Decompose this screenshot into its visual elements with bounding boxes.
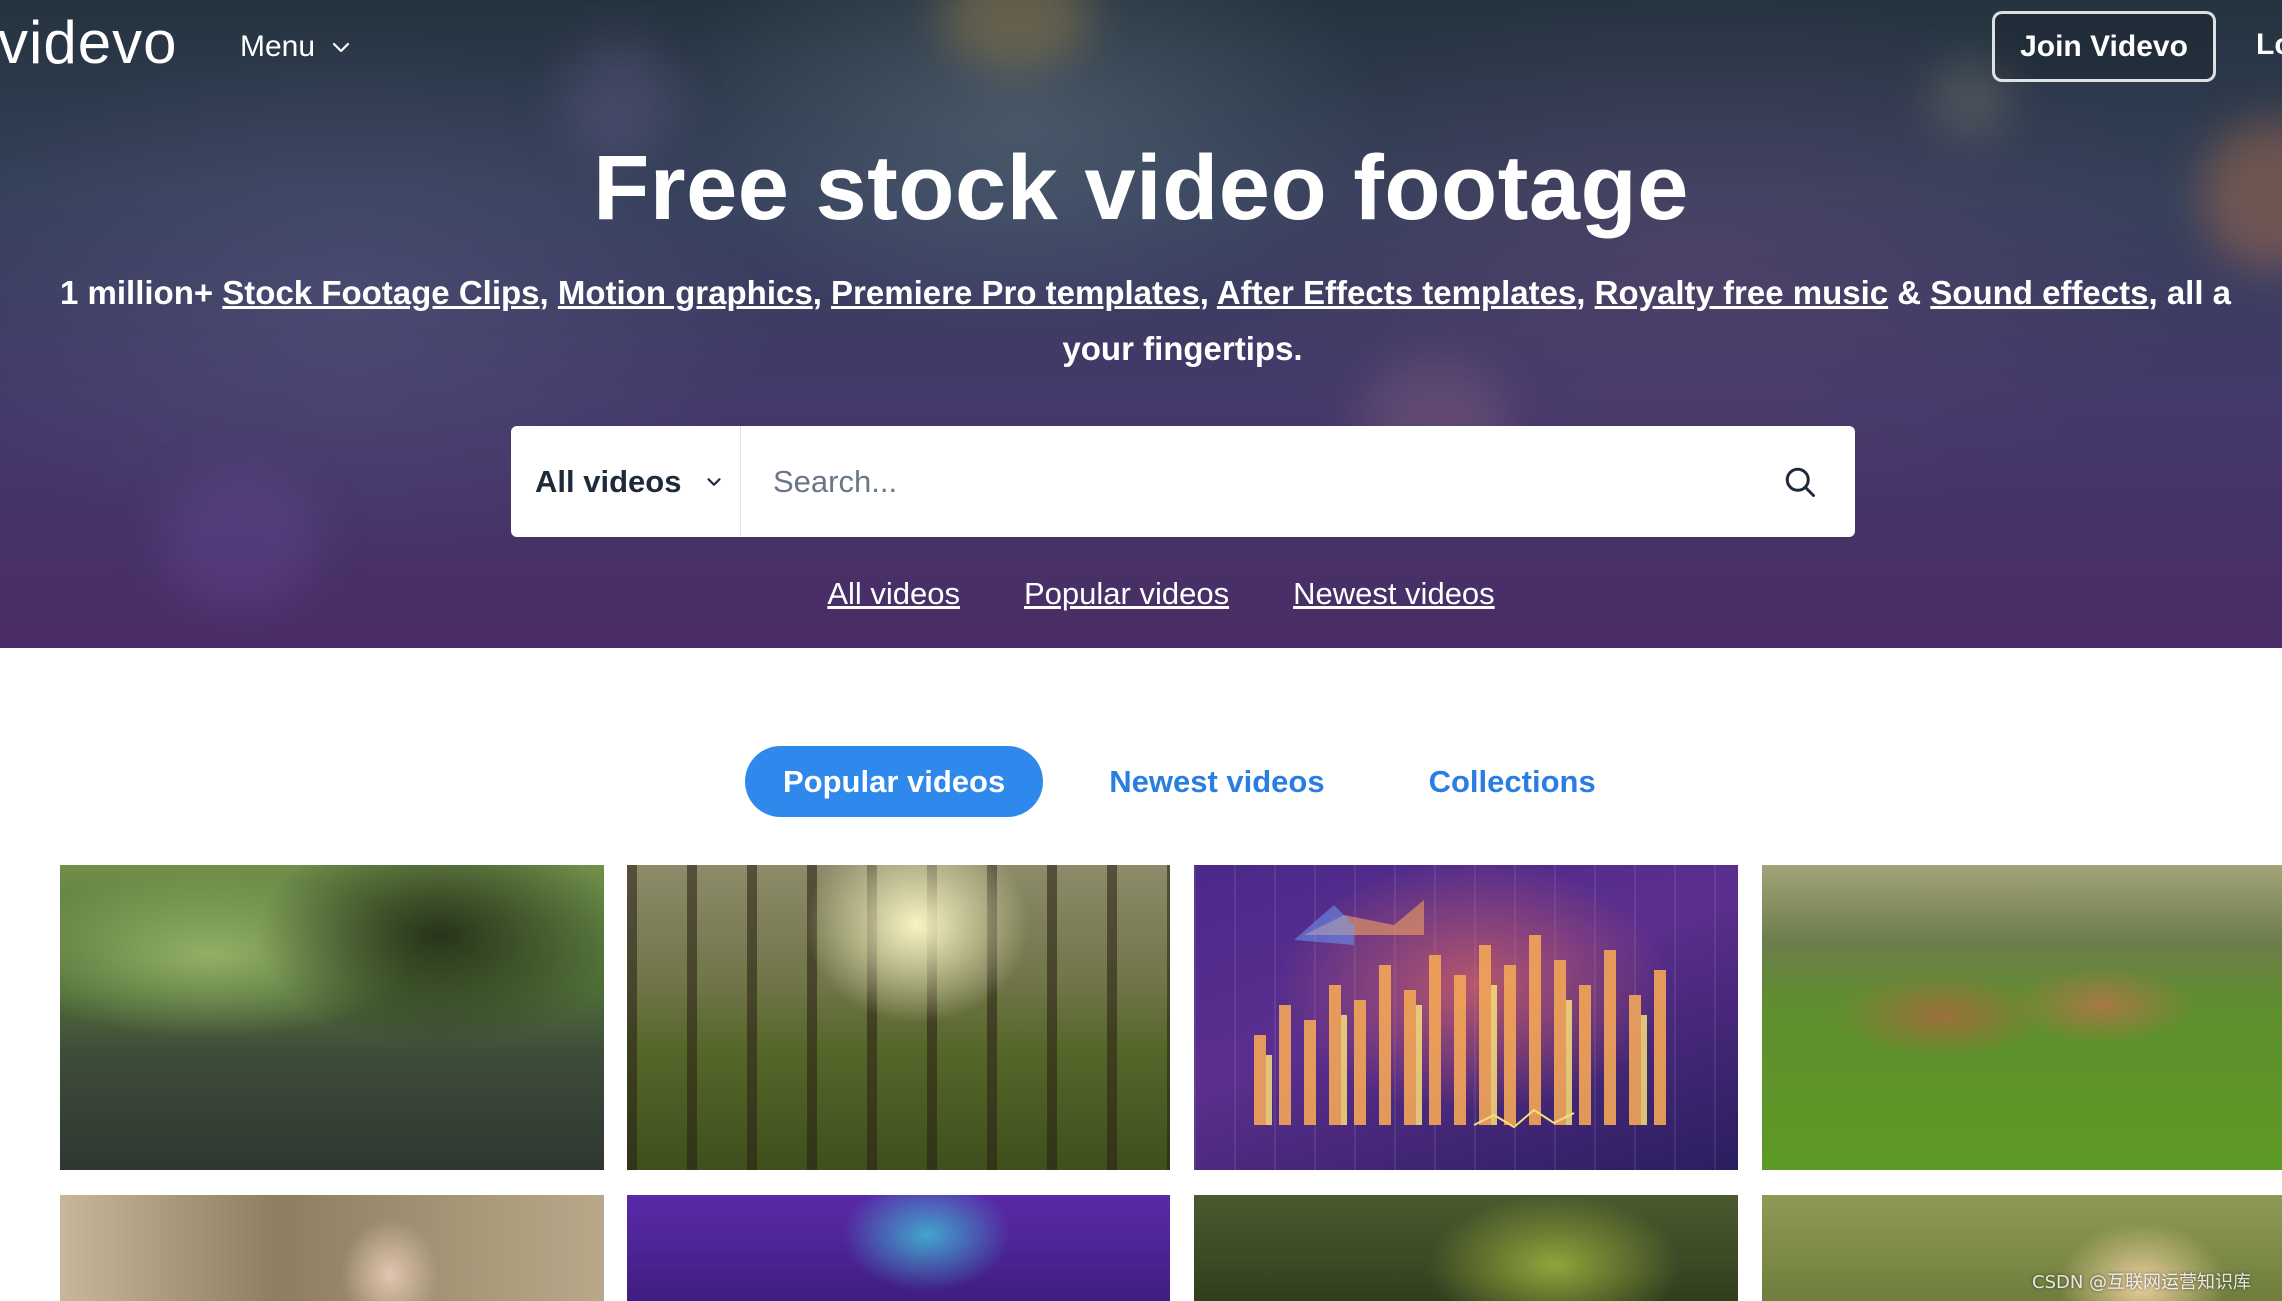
join-button[interactable]: Join Videvo: [1992, 11, 2216, 82]
chevron-down-icon: [332, 42, 350, 53]
category-label: All videos: [535, 463, 682, 499]
menu-button[interactable]: Menu: [240, 30, 353, 64]
video-thumbnail[interactable]: [60, 865, 604, 1170]
videvo-logo[interactable]: videvo: [0, 8, 177, 77]
quick-links: All videos Popular videos Newest videos: [0, 576, 2282, 612]
link-sound-effects[interactable]: Sound effects: [1930, 274, 2148, 311]
quick-link-all-videos[interactable]: All videos: [827, 576, 960, 612]
link-premiere-templates[interactable]: Premiere Pro templates: [831, 274, 1200, 311]
category-dropdown[interactable]: All videos: [511, 426, 741, 537]
subtitle-prefix: 1 million+: [60, 274, 223, 311]
search-button[interactable]: [1745, 426, 1855, 537]
menu-label: Menu: [240, 30, 316, 63]
subtitle-suffix: , all a: [2148, 274, 2232, 311]
bokeh-light: [940, 0, 1090, 70]
link-after-effects-templates[interactable]: After Effects templates: [1217, 274, 1576, 311]
video-thumbnail[interactable]: [60, 1195, 604, 1301]
video-thumbnail[interactable]: [627, 1195, 1170, 1301]
search-bar: All videos: [511, 426, 1855, 537]
search-input[interactable]: [741, 426, 1745, 537]
hero-subtitle: 1 million+ Stock Footage Clips, Motion g…: [60, 274, 2232, 311]
link-stock-footage[interactable]: Stock Footage Clips: [222, 274, 539, 311]
link-motion-graphics[interactable]: Motion graphics: [558, 274, 813, 311]
video-thumbnail[interactable]: [1762, 865, 2282, 1170]
quick-link-newest-videos[interactable]: Newest videos: [1293, 576, 1495, 612]
video-thumbnail[interactable]: [1194, 865, 1738, 1170]
tab-newest-videos[interactable]: Newest videos: [1071, 746, 1362, 817]
login-link[interactable]: Lo: [2256, 28, 2282, 62]
watermark: CSDN @互联网运营知识库: [2032, 1272, 2252, 1293]
tab-collections[interactable]: Collections: [1391, 746, 1634, 817]
search-icon: [1785, 467, 1815, 497]
tab-popular-videos[interactable]: Popular videos: [745, 746, 1044, 817]
video-thumbnail[interactable]: [1194, 1195, 1738, 1301]
hero-banner: videvo Menu Join Videvo Lo Free stock vi…: [0, 0, 2282, 648]
quick-link-popular-videos[interactable]: Popular videos: [1024, 576, 1229, 612]
chevron-down-icon: [707, 477, 722, 486]
link-royalty-free-music[interactable]: Royalty free music: [1595, 274, 1888, 311]
video-tabs: Popular videos Newest videos Collections: [745, 746, 1634, 817]
video-thumbnail[interactable]: [627, 865, 1170, 1170]
page-title: Free stock video footage: [593, 137, 1689, 239]
hero-subtitle-line2: your fingertips.: [1062, 330, 1303, 367]
bar-chart-graphic: [1254, 900, 1666, 1129]
